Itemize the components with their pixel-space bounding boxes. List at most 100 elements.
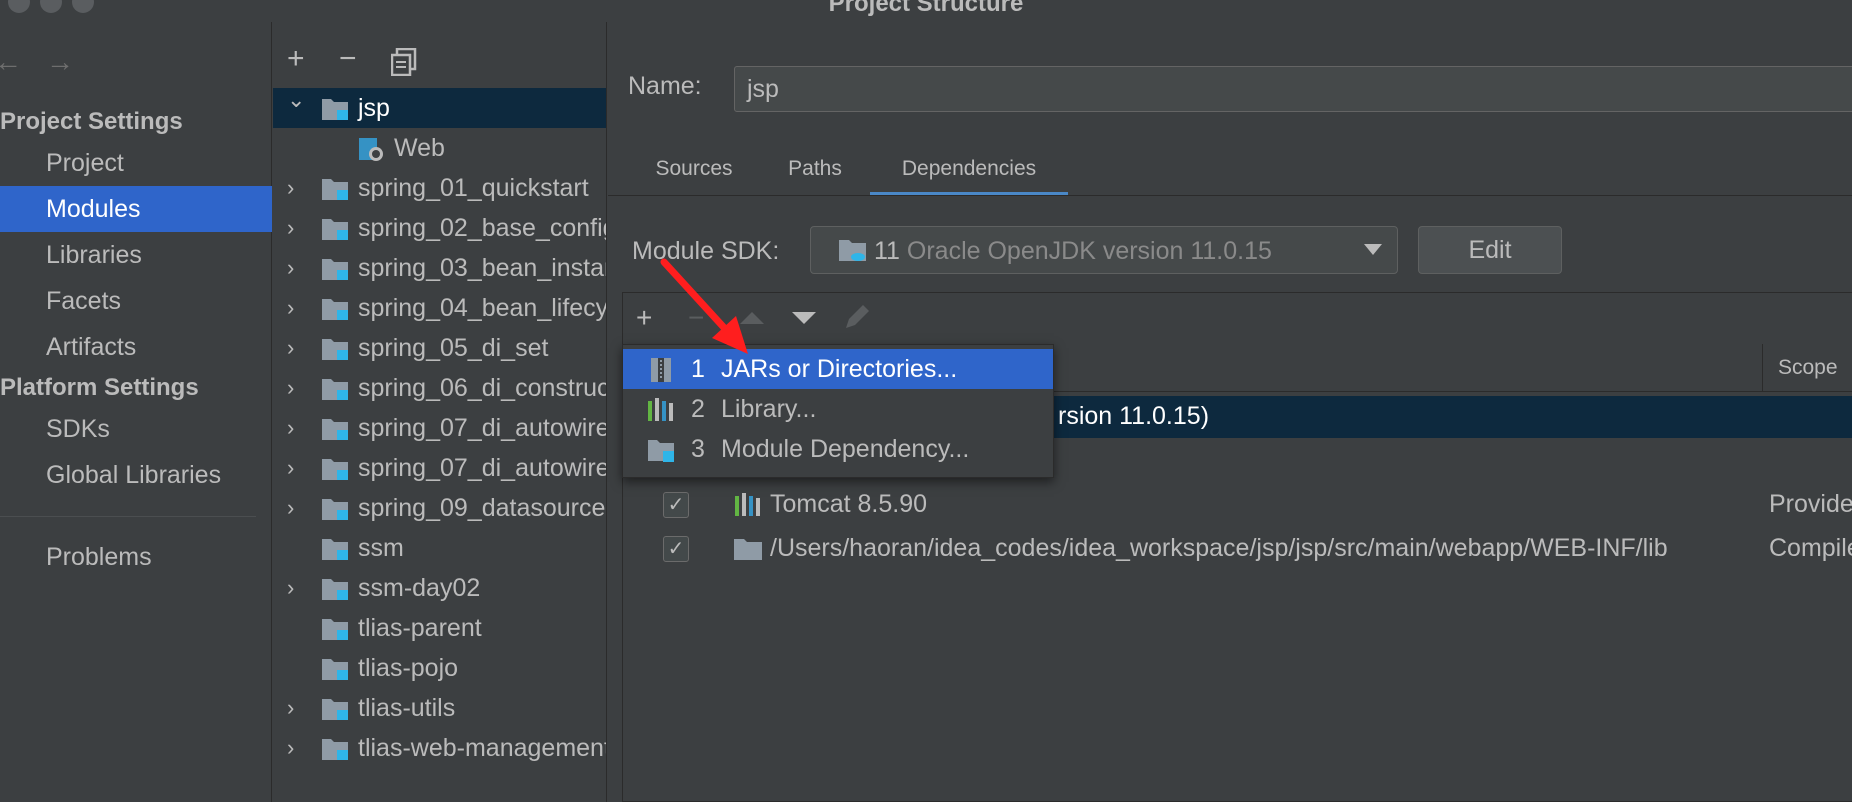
tree-item-label: spring_01_quickstart bbox=[358, 174, 589, 202]
dependency-row[interactable]: ✓ Tomcat 8.5.90 Provided bbox=[623, 484, 1852, 524]
popup-item-module-dependency[interactable]: 3 Module Dependency... bbox=[623, 429, 1053, 469]
platform-settings-heading: Platform Settings bbox=[0, 374, 199, 401]
tree-item[interactable]: ssm bbox=[273, 528, 606, 568]
tree-item-label: spring_05_di_set bbox=[358, 334, 549, 362]
chevron-down-icon[interactable] bbox=[1364, 244, 1382, 255]
tree-item[interactable]: › spring_04_bean_lifecycle bbox=[273, 288, 606, 328]
module-folder-icon bbox=[322, 459, 348, 480]
tab-dependencies[interactable]: Dependencies bbox=[870, 152, 1068, 196]
popup-item-number: 2 bbox=[691, 395, 705, 423]
chevron-right-icon[interactable]: › bbox=[287, 248, 294, 288]
web-facet-icon bbox=[359, 138, 383, 161]
chevron-down-icon[interactable]: ⌄ bbox=[287, 88, 305, 120]
tree-item-label: tlias-utils bbox=[358, 694, 456, 722]
module-folder-icon bbox=[322, 179, 348, 200]
arrow-left-icon[interactable]: ← bbox=[0, 46, 22, 78]
nav-item-libraries[interactable]: Libraries bbox=[0, 232, 272, 278]
module-folder-icon bbox=[322, 539, 348, 560]
module-folder-icon bbox=[322, 499, 348, 520]
copy-icon[interactable] bbox=[391, 48, 417, 76]
module-folder-icon bbox=[322, 419, 348, 440]
name-label: Name: bbox=[628, 72, 702, 100]
chevron-right-icon[interactable]: › bbox=[287, 168, 294, 208]
nav-item-problems[interactable]: Problems bbox=[0, 534, 272, 580]
tree-item[interactable]: › spring_03_bean_instance bbox=[273, 248, 606, 288]
dependency-scope[interactable]: Provided bbox=[1769, 490, 1852, 519]
chevron-right-icon[interactable]: › bbox=[287, 448, 294, 488]
nav-item-facets[interactable]: Facets bbox=[0, 278, 272, 324]
chevron-right-icon[interactable]: › bbox=[287, 288, 294, 328]
sdk-value: 11 Oracle OpenJDK version 11.0.15 bbox=[874, 237, 1272, 266]
chevron-right-icon[interactable]: › bbox=[287, 208, 294, 248]
tree-item-label: spring_02_base_config bbox=[358, 214, 607, 242]
tree-item-label: ssm bbox=[358, 534, 404, 562]
scope-column-header[interactable]: Scope bbox=[1778, 356, 1838, 380]
tab-paths[interactable]: Paths bbox=[772, 152, 858, 196]
tree-item[interactable]: › spring_05_di_set bbox=[273, 328, 606, 368]
project-settings-heading: Project Settings bbox=[0, 108, 183, 135]
arrow-right-icon[interactable]: → bbox=[46, 46, 74, 78]
tree-item[interactable]: › spring_01_quickstart bbox=[273, 168, 606, 208]
tree-item-label: spring_06_di_constructor bbox=[358, 374, 607, 402]
tree-item[interactable]: › spring_02_base_config bbox=[273, 208, 607, 248]
module-folder-icon bbox=[322, 699, 348, 720]
module-folder-icon bbox=[322, 659, 348, 680]
popup-item-label: Module Dependency... bbox=[721, 435, 970, 463]
chevron-right-icon[interactable]: › bbox=[287, 408, 294, 448]
remove-module-icon[interactable]: − bbox=[339, 42, 357, 76]
module-tree: + − ⌄ jsp Web › spring_01_quickstart › spring_… bbox=[273, 22, 607, 802]
tab-sources[interactable]: Sources bbox=[640, 152, 748, 196]
module-folder-icon bbox=[648, 440, 674, 462]
nav-item-modules[interactable]: Modules bbox=[0, 186, 272, 232]
chevron-right-icon[interactable]: › bbox=[287, 488, 294, 528]
dependency-checkbox[interactable]: ✓ bbox=[663, 492, 689, 518]
dependency-checkbox[interactable]: ✓ bbox=[663, 536, 689, 562]
tree-item-label: spring_07_di_autowire bbox=[358, 454, 607, 482]
module-folder-icon bbox=[322, 99, 348, 120]
tree-item-label: spring_07_di_autowire bbox=[358, 414, 607, 442]
chevron-right-icon[interactable]: › bbox=[287, 368, 294, 408]
tree-item-label: spring_09_datasource bbox=[358, 494, 606, 522]
chevron-right-icon[interactable]: › bbox=[287, 728, 294, 768]
add-module-icon[interactable]: + bbox=[287, 42, 305, 76]
nav-item-artifacts[interactable]: Artifacts bbox=[0, 324, 272, 370]
tree-item[interactable]: tlias-pojo bbox=[273, 648, 606, 688]
dependency-scope[interactable]: Compile bbox=[1769, 534, 1852, 563]
tree-item[interactable]: › tlias-utils bbox=[273, 688, 606, 728]
chevron-right-icon[interactable]: › bbox=[287, 328, 294, 368]
dependency-row[interactable]: ✓ /Users/haoran/idea_codes/idea_workspac… bbox=[623, 528, 1852, 568]
tree-item[interactable]: › ssm-day02 bbox=[273, 568, 606, 608]
popup-item-library[interactable]: 2 Library... bbox=[623, 389, 1053, 429]
edit-sdk-button[interactable]: Edit bbox=[1418, 226, 1562, 274]
library-icon bbox=[735, 493, 760, 516]
module-folder-icon bbox=[322, 299, 348, 320]
tree-item-label: spring_03_bean_instance bbox=[358, 254, 606, 282]
module-folder-icon bbox=[322, 379, 348, 400]
nav-item-global-libraries[interactable]: Global Libraries bbox=[0, 452, 272, 498]
tree-item[interactable]: tlias-parent bbox=[273, 608, 606, 648]
popup-item-label: Library... bbox=[721, 395, 817, 423]
sdk-version: 11 bbox=[874, 237, 900, 265]
tree-item[interactable]: › spring_06_di_constructor bbox=[273, 368, 607, 408]
tree-item[interactable]: › spring_09_datasource bbox=[273, 488, 606, 528]
module-folder-icon bbox=[322, 259, 348, 280]
scope-column-divider bbox=[1762, 344, 1763, 392]
nav-item-project[interactable]: Project bbox=[0, 140, 272, 186]
tree-item-label: tlias-web-management bbox=[358, 734, 607, 762]
chevron-right-icon[interactable]: › bbox=[287, 688, 294, 728]
module-folder-icon bbox=[322, 219, 348, 240]
chevron-right-icon[interactable]: › bbox=[287, 568, 294, 608]
tree-item-label: ssm-day02 bbox=[358, 574, 481, 602]
tree-item[interactable]: ⌄ jsp bbox=[273, 88, 606, 128]
module-folder-icon bbox=[322, 619, 348, 640]
tree-item[interactable]: › spring_07_di_autowire bbox=[273, 448, 607, 488]
edit-pencil-icon[interactable] bbox=[842, 302, 872, 332]
move-down-icon[interactable] bbox=[792, 312, 816, 324]
module-name-input[interactable]: jsp bbox=[734, 66, 1852, 112]
tree-item[interactable]: › spring_07_di_autowire bbox=[273, 408, 607, 448]
dependency-name: /Users/haoran/idea_codes/idea_workspace/… bbox=[770, 534, 1668, 562]
nav-item-sdks[interactable]: SDKs bbox=[0, 406, 272, 452]
tree-item[interactable]: › tlias-web-management bbox=[273, 728, 607, 768]
module-folder-icon bbox=[322, 579, 348, 600]
tree-item[interactable]: Web bbox=[273, 128, 606, 168]
